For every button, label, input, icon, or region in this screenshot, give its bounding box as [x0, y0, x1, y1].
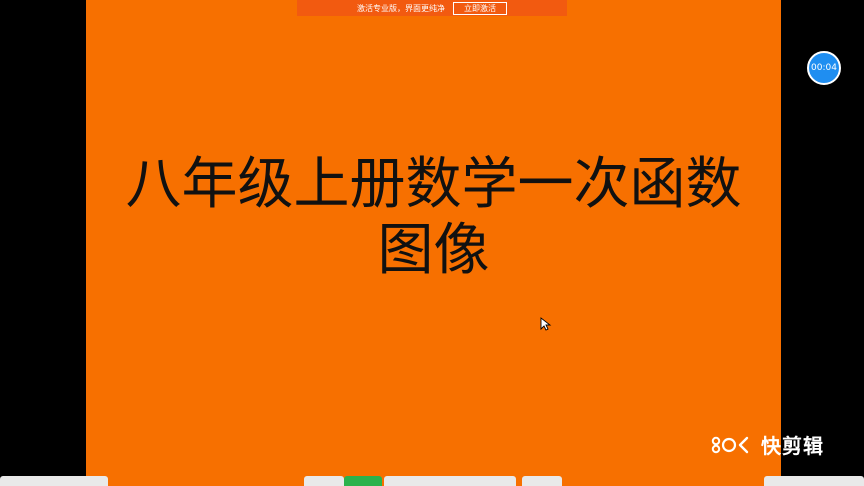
taskbar-pen-button[interactable] — [344, 476, 382, 486]
slide-title: 八年级上册数学一次函数 图像 — [86, 152, 781, 284]
kuaijianji-watermark: 快剪辑 — [709, 430, 824, 459]
kuaijianji-logo-icon — [711, 436, 749, 453]
taskbar-left-button[interactable] — [0, 476, 108, 486]
recording-timer[interactable]: 00:04 — [807, 51, 841, 85]
activation-promo-banner: 激活专业版，界面更纯净 立即激活 — [297, 0, 567, 16]
taskbar-extra-button[interactable] — [522, 476, 562, 486]
screen: 激活专业版，界面更纯净 立即激活 八年级上册数学一次函数 图像 00:04 快剪… — [0, 0, 864, 486]
mouse-cursor-icon — [540, 317, 552, 331]
slide-title-line-1: 八年级上册数学一次函数 — [125, 152, 742, 217]
watermark-brand-text: 快剪辑 — [761, 434, 824, 458]
activate-now-button[interactable]: 立即激活 — [453, 1, 507, 15]
slide-title-line-2: 图像 — [377, 218, 490, 283]
promo-text: 激活专业版，界面更纯净 — [357, 3, 445, 13]
taskbar-tools-group[interactable] — [384, 476, 516, 486]
taskbar-play-button[interactable] — [304, 476, 344, 486]
taskbar-right-button[interactable] — [764, 476, 864, 486]
timer-label: 00:04 — [811, 63, 837, 73]
